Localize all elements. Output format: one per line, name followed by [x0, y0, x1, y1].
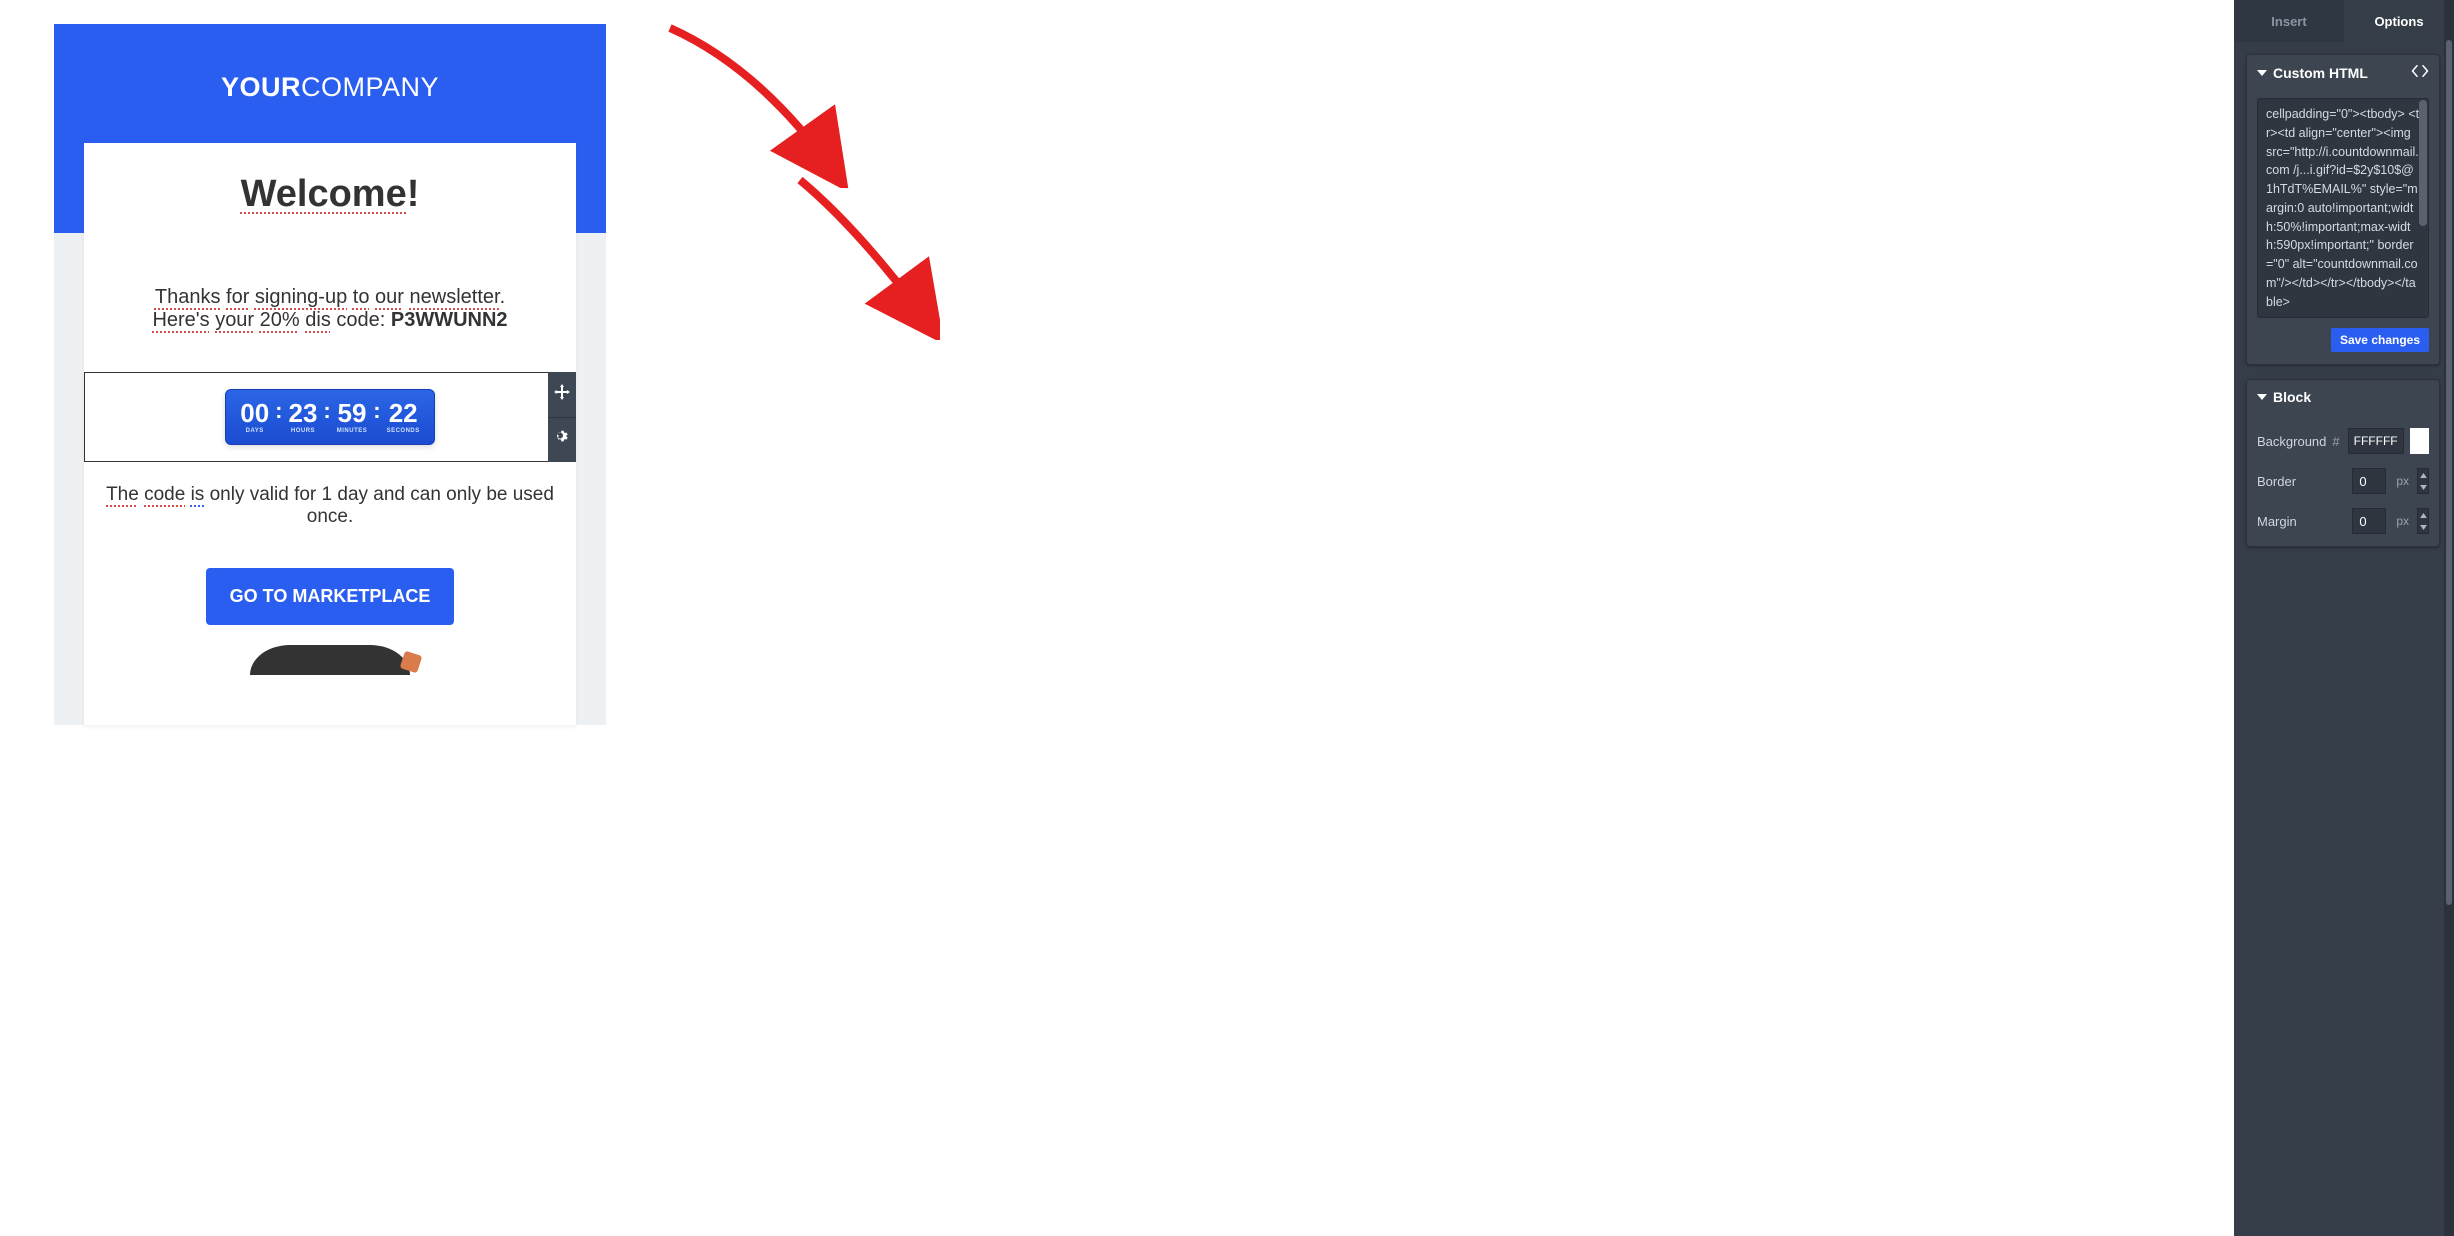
field-border: Border px — [2257, 468, 2429, 494]
section-block: Block Background # Border px — [2246, 379, 2440, 547]
chevron-up-icon — [2418, 509, 2428, 521]
options-sidepanel: Insert Options Custom HTML cellpad — [2234, 0, 2454, 1236]
countdown-minutes-value: 59 — [337, 400, 368, 426]
margin-unit: px — [2396, 514, 2409, 528]
tab-options[interactable]: Options — [2344, 0, 2454, 42]
gear-icon — [554, 429, 570, 450]
background-color-input[interactable] — [2348, 428, 2404, 454]
margin-size-input[interactable] — [2352, 508, 2386, 534]
margin-stepper[interactable] — [2417, 508, 2429, 534]
cta-button[interactable]: GO TO MARKETPLACE — [206, 568, 455, 625]
discount-code-line: Here's your 20% dis code: P3WWUNN2 — [104, 309, 556, 332]
border-stepper[interactable] — [2417, 468, 2429, 494]
countdown-minutes: 59 MINUTES — [337, 400, 368, 434]
countdown-minutes-label: MINUTES — [337, 428, 368, 434]
selected-html-block[interactable]: 00 DAYS : 23 HOURS : 59 MINUTES — [84, 372, 576, 462]
brand-bold: YOUR — [221, 72, 301, 102]
border-size-input[interactable] — [2352, 468, 2386, 494]
countdown-seconds-value: 22 — [387, 400, 420, 426]
custom-html-editor[interactable]: cellpadding="0"><tbody> <tr><td align="c… — [2257, 98, 2429, 318]
countdown-hours-label: HOURS — [289, 428, 318, 434]
move-icon — [554, 384, 570, 405]
countdown-hours: 23 HOURS — [289, 400, 318, 434]
countdown-seconds-label: SECONDS — [387, 428, 420, 434]
brand-light: COMPANY — [301, 72, 439, 102]
hash-symbol: # — [2332, 434, 2339, 449]
move-block-button[interactable] — [548, 372, 576, 418]
countdown-sep: : — [271, 400, 286, 422]
section-custom-html: Custom HTML cellpadding="0"><tbody> <tr>… — [2246, 54, 2440, 365]
welcome-exclam: ! — [407, 173, 420, 215]
countdown-days-label: DAYS — [240, 428, 269, 434]
code-mid: code: — [331, 309, 391, 331]
block-tools — [548, 372, 576, 462]
border-label: Border — [2257, 474, 2346, 489]
caret-down-icon — [2257, 70, 2267, 76]
code-icon — [2411, 64, 2429, 81]
countdown-days: 00 DAYS — [240, 400, 269, 434]
sidepanel-scrollbar[interactable] — [2444, 0, 2454, 1236]
background-label: Background — [2257, 434, 2326, 449]
countdown-hours-value: 23 — [289, 400, 318, 426]
chevron-up-icon — [2418, 469, 2428, 481]
annotation-arrow-top — [660, 8, 850, 188]
section-block-title: Block — [2273, 389, 2311, 405]
email-preview: YOURCOMPANY Welcome! Thanks for signing-… — [54, 24, 606, 725]
block-settings-button[interactable] — [548, 418, 576, 463]
section-block-header[interactable]: Block — [2247, 380, 2439, 414]
countdown-seconds: 22 SECONDS — [387, 400, 420, 434]
save-changes-button[interactable]: Save changes — [2331, 328, 2429, 352]
border-unit: px — [2396, 474, 2409, 488]
background-color-swatch[interactable] — [2410, 428, 2429, 454]
welcome-heading: Welcome! — [104, 173, 556, 216]
field-margin: Margin px — [2257, 508, 2429, 534]
countdown-days-value: 00 — [240, 400, 269, 426]
chevron-down-icon — [2418, 481, 2428, 493]
countdown-timer: 00 DAYS : 23 HOURS : 59 MINUTES — [225, 389, 435, 445]
section-custom-html-header[interactable]: Custom HTML — [2247, 55, 2439, 90]
countdown-sep: : — [319, 400, 334, 422]
thanks-line: Thanks for signing-up to our newsletter. — [104, 286, 556, 309]
editor-scrollbar[interactable] — [2419, 100, 2427, 226]
email-body: Welcome! Thanks for signing-up to our ne… — [84, 143, 576, 725]
caret-down-icon — [2257, 394, 2267, 400]
countdown-sep: : — [369, 400, 384, 422]
email-canvas[interactable]: YOURCOMPANY Welcome! Thanks for signing-… — [0, 0, 2234, 1236]
chevron-down-icon — [2418, 521, 2428, 533]
brand-logo: YOURCOMPANY — [84, 72, 576, 103]
field-background: Background # — [2257, 428, 2429, 454]
annotation-arrow-bottom — [790, 170, 940, 340]
discount-code-value: P3WWUNN2 — [391, 309, 508, 331]
tab-insert[interactable]: Insert — [2234, 0, 2344, 42]
margin-label: Margin — [2257, 514, 2346, 529]
validity-text: The code is only valid for 1 day and can… — [104, 484, 556, 528]
welcome-word: Welcome — [241, 173, 407, 215]
section-custom-html-title: Custom HTML — [2273, 65, 2368, 81]
product-image-peek — [250, 645, 410, 675]
custom-html-code: cellpadding="0"><tbody> <tr><td align="c… — [2266, 107, 2419, 309]
panel-tabs: Insert Options — [2234, 0, 2454, 42]
